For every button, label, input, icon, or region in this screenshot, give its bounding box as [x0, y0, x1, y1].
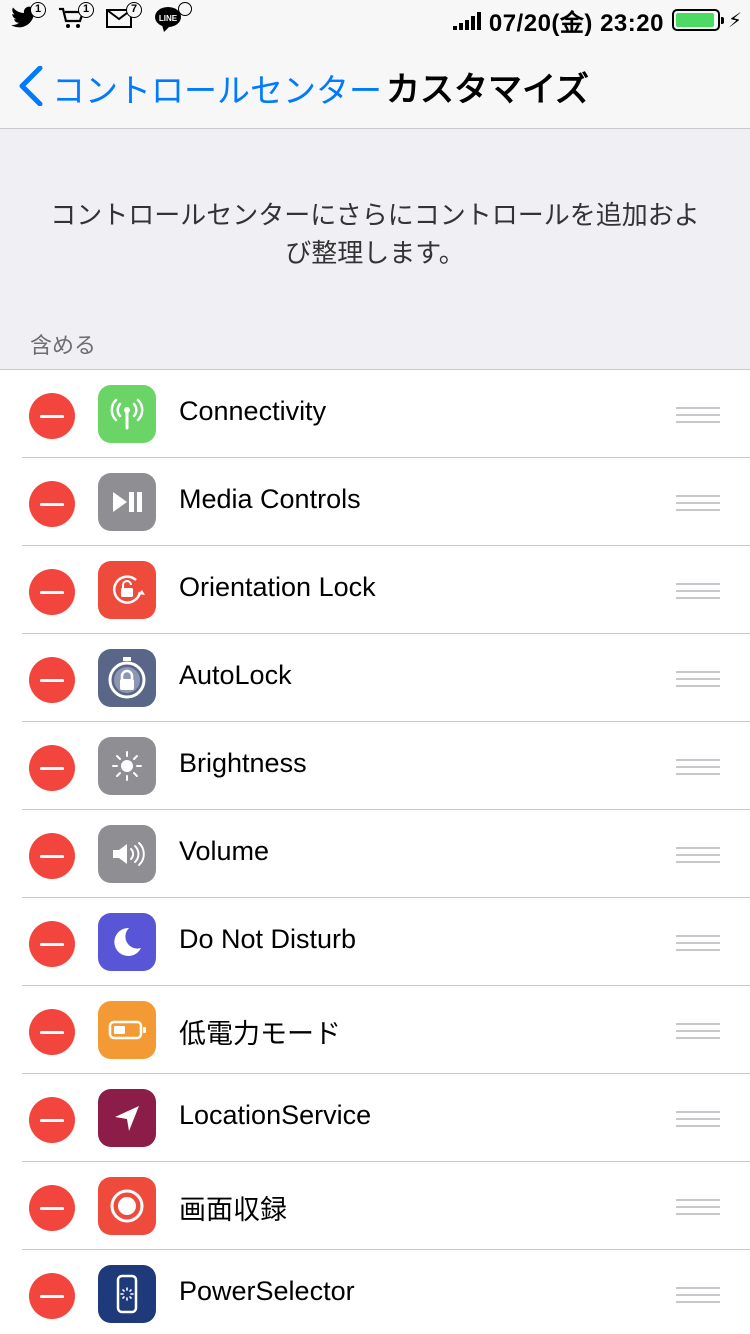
list-item: Volume [0, 810, 750, 898]
list-item: Orientation Lock [0, 546, 750, 634]
rotation-lock-icon [98, 561, 156, 619]
reorder-handle-icon[interactable] [676, 495, 720, 511]
reorder-handle-icon[interactable] [676, 1287, 720, 1303]
item-label: Do Not Disturb [179, 924, 357, 954]
notification-badge-empty [178, 2, 192, 16]
mail-icon: 7 [106, 2, 142, 34]
remove-button[interactable] [29, 1097, 75, 1143]
included-controls-list: Connectivity Media Controls Orientation … [0, 369, 750, 1334]
item-label: Connectivity [179, 396, 327, 426]
play-pause-icon [98, 473, 156, 531]
speaker-icon [98, 825, 156, 883]
charging-bolt-icon: ⚡ [727, 9, 742, 32]
status-right: 07/20(金) 23:20 ⚡ [452, 4, 742, 37]
section-header-include: 含める [30, 333, 97, 358]
item-label: Brightness [179, 748, 307, 778]
list-item: 低電力モード [0, 986, 750, 1074]
description-text: コントロールセンターにさらにコントロールを追加およ び整理します。 [50, 200, 700, 268]
item-label: LocationService [179, 1100, 372, 1130]
notification-badge: 1 [30, 2, 46, 18]
navigation-bar: コントロールセンター カスタマイズ [0, 40, 750, 129]
item-label: 低電力モード [179, 1019, 341, 1049]
item-label: AutoLock [179, 660, 292, 690]
battery-icon [671, 9, 724, 31]
list-item: LocationService [0, 1074, 750, 1162]
list-item: PowerSelector [0, 1250, 750, 1334]
remove-button[interactable] [29, 745, 75, 791]
item-label: Volume [179, 836, 270, 866]
battery-icon [98, 1001, 156, 1059]
list-item: AutoLock [0, 634, 750, 722]
remove-button[interactable] [29, 833, 75, 879]
list-item: Do Not Disturb [0, 898, 750, 986]
list-item: Media Controls [0, 458, 750, 546]
item-label: Orientation Lock [179, 572, 376, 602]
shopping-cart-icon: 1 [58, 2, 94, 34]
phone-spinner-icon [98, 1265, 156, 1323]
sun-icon [98, 737, 156, 795]
moon-icon [98, 913, 156, 971]
remove-button[interactable] [29, 1273, 75, 1319]
remove-button[interactable] [29, 481, 75, 527]
remove-button[interactable] [29, 657, 75, 703]
notification-badge: 7 [126, 2, 142, 18]
list-item: 画面収録 [0, 1162, 750, 1250]
reorder-handle-icon[interactable] [676, 935, 720, 951]
notification-icons: 1 1 7 LINE [10, 2, 192, 34]
signal-strength-icon [452, 10, 481, 30]
battery-level [675, 13, 714, 27]
item-label: Media Controls [179, 484, 361, 514]
reorder-handle-icon[interactable] [676, 671, 720, 687]
page-title: カスタマイズ [386, 71, 589, 109]
status-bar: 1 1 7 LINE 07/20(金) 23:20 ⚡ [0, 0, 750, 40]
svg-text:LINE: LINE [159, 14, 178, 23]
chevron-left-icon[interactable] [16, 66, 46, 106]
reorder-handle-icon[interactable] [676, 1199, 720, 1215]
location-arrow-icon [98, 1089, 156, 1147]
remove-button[interactable] [29, 921, 75, 967]
remove-button[interactable] [29, 1185, 75, 1231]
reorder-handle-icon[interactable] [676, 1111, 720, 1127]
status-datetime: 07/20(金) 23:20 [488, 9, 664, 37]
line-icon: LINE [154, 2, 192, 34]
antenna-icon [98, 385, 156, 443]
back-button[interactable]: コントロールセンター [52, 64, 382, 112]
stopwatch-lock-icon [98, 649, 156, 707]
reorder-handle-icon[interactable] [676, 759, 720, 775]
record-icon [98, 1177, 156, 1235]
notification-badge: 1 [78, 2, 94, 18]
remove-button[interactable] [29, 393, 75, 439]
list-item: Brightness [0, 722, 750, 810]
list-item: Connectivity [0, 370, 750, 458]
reorder-handle-icon[interactable] [676, 1023, 720, 1039]
reorder-handle-icon[interactable] [676, 847, 720, 863]
twitter-icon: 1 [10, 2, 46, 34]
item-label: 画面収録 [179, 1195, 287, 1225]
item-label: PowerSelector [179, 1276, 355, 1306]
remove-button[interactable] [29, 1009, 75, 1055]
reorder-handle-icon[interactable] [676, 583, 720, 599]
remove-button[interactable] [29, 569, 75, 615]
reorder-handle-icon[interactable] [676, 407, 720, 423]
